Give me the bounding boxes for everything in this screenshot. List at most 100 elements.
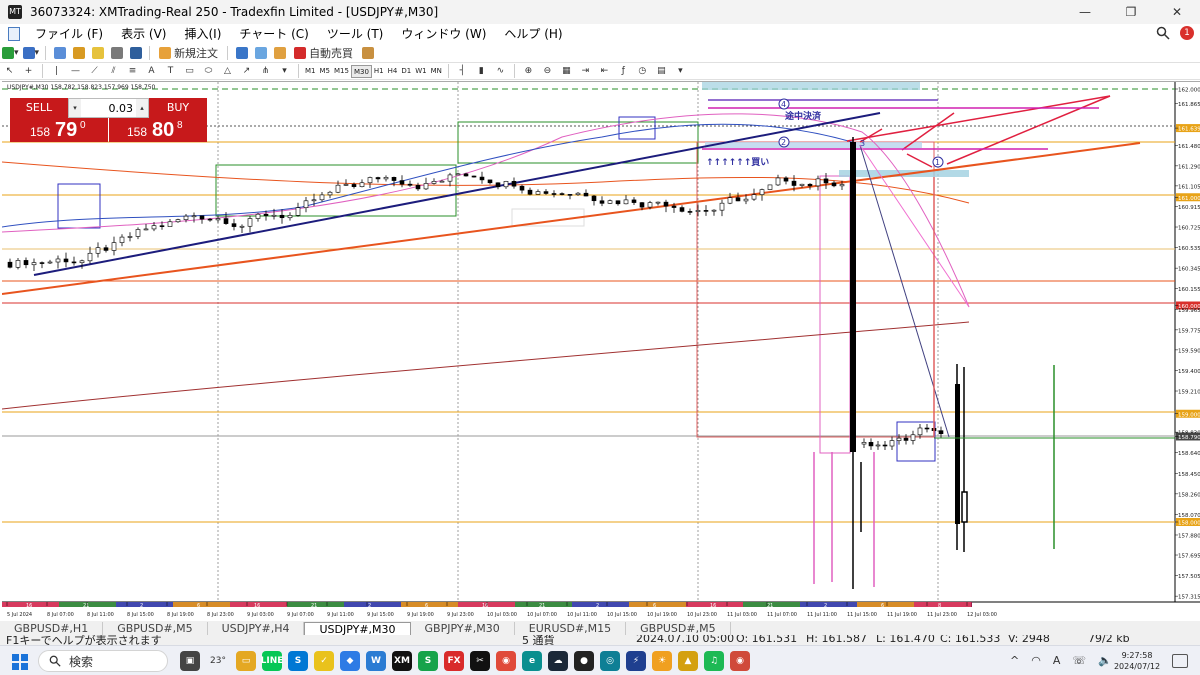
tab-eurusd-m15[interactable]: EURUSD#,M15 <box>515 622 627 635</box>
xm-icon[interactable]: XM <box>392 651 412 671</box>
menu-file[interactable]: ファイル (F) <box>26 24 112 44</box>
lot-increase-button[interactable]: ▴ <box>136 99 148 117</box>
timeframe-m5[interactable]: M5 <box>318 65 333 78</box>
tick-icon[interactable]: ✓ <box>314 651 334 671</box>
search-icon[interactable] <box>1156 26 1170 40</box>
market-watch-button[interactable] <box>52 46 67 61</box>
tab-gbpusd-m5[interactable]: GBPUSD#,M5 <box>103 622 208 635</box>
maximize-button[interactable]: ❐ <box>1108 0 1154 24</box>
autoscroll-icon[interactable]: ⇥ <box>578 64 593 79</box>
line-chart-icon[interactable]: ∿ <box>493 64 508 79</box>
money-icon[interactable]: S <box>418 651 438 671</box>
lot-value[interactable]: 0.03 <box>81 102 136 115</box>
timeframe-m15[interactable]: M15 <box>332 65 351 78</box>
menu-tools[interactable]: ツール (T) <box>318 24 393 44</box>
taskbar-search[interactable]: 検索 <box>38 650 168 672</box>
menu-chart[interactable]: チャート (C) <box>230 24 317 44</box>
new-order-button[interactable]: 新規注文 <box>156 46 221 61</box>
spotify-icon[interactable]: ♫ <box>704 651 724 671</box>
zoom-out-icon[interactable]: ⊖ <box>540 64 555 79</box>
app-blue-icon[interactable]: ◆ <box>340 651 360 671</box>
sun-icon[interactable]: ☀ <box>652 651 672 671</box>
notification-badge[interactable]: 1 <box>1180 26 1194 40</box>
tab-gbpusd-m5-2[interactable]: GBPUSD#,M5 <box>626 622 731 635</box>
tray-overflow-icon[interactable]: ^ <box>1010 654 1019 667</box>
lot-size-field[interactable]: ▾ 0.03 ▴ <box>68 98 149 118</box>
crosshair-tool-icon[interactable]: + <box>21 64 36 79</box>
lot-decrease-button[interactable]: ▾ <box>69 99 81 117</box>
tab-gbpjpy-m30[interactable]: GBPJPY#,M30 <box>411 622 515 635</box>
label-icon[interactable]: T <box>163 64 178 79</box>
indicators-icon[interactable]: ƒ <box>616 64 631 79</box>
close-button[interactable]: ✕ <box>1154 0 1200 24</box>
profiles-button[interactable]: ▾ <box>22 46 39 61</box>
bar-chart-icon[interactable]: ┤ <box>455 64 470 79</box>
timeframe-d1[interactable]: D1 <box>399 65 413 78</box>
tab-gbpusd-h1[interactable]: GBPUSD#,H1 <box>0 622 104 635</box>
menu-insert[interactable]: 挿入(I) <box>175 24 230 44</box>
candlestick-icon[interactable]: ▮ <box>474 64 489 79</box>
fibonacci-icon[interactable]: ≡ <box>125 64 140 79</box>
rectangle-icon[interactable]: ▭ <box>182 64 197 79</box>
buy-button[interactable]: BUY <box>149 98 207 118</box>
word-icon[interactable]: W <box>366 651 386 671</box>
market-button[interactable] <box>272 46 287 61</box>
timeframe-mn[interactable]: MN <box>429 65 444 78</box>
metaeditor-button[interactable] <box>234 46 249 61</box>
app-teal-icon[interactable]: ◎ <box>600 651 620 671</box>
periods-icon[interactable]: ◷ <box>635 64 650 79</box>
triangle-icon[interactable]: △ <box>220 64 235 79</box>
start-button[interactable] <box>12 654 28 670</box>
fx-icon[interactable]: FX <box>444 651 464 671</box>
ime-icon[interactable]: A <box>1053 654 1061 667</box>
obs-icon[interactable]: ● <box>574 651 594 671</box>
arrows-icon[interactable]: ↗ <box>239 64 254 79</box>
task-view-icon[interactable]: ▣ <box>180 651 200 671</box>
notification-center-icon[interactable] <box>1172 654 1188 668</box>
bolt-icon[interactable]: ⚡ <box>626 651 646 671</box>
signals-button[interactable] <box>253 46 268 61</box>
terminal-button[interactable] <box>109 46 124 61</box>
zoom-in-icon[interactable]: ⊕ <box>521 64 536 79</box>
toolbar-options-icon[interactable]: ▾ <box>673 64 688 79</box>
data-window-button[interactable] <box>71 46 86 61</box>
menu-window[interactable]: ウィンドウ (W) <box>392 24 495 44</box>
phone-icon[interactable]: ☏ <box>1072 654 1086 667</box>
trendline-icon[interactable]: ⟋ <box>87 64 102 79</box>
steam-icon[interactable]: ☁ <box>548 651 568 671</box>
skype-icon[interactable]: S <box>288 651 308 671</box>
tab-usdjpy-h4[interactable]: USDJPY#,H4 <box>208 622 305 635</box>
vertical-line-icon[interactable]: | <box>49 64 64 79</box>
edge-icon[interactable]: e <box>522 651 542 671</box>
chrome-icon[interactable]: ◉ <box>496 651 516 671</box>
chrome-profile-icon[interactable]: ◉ <box>730 651 750 671</box>
buy-price[interactable]: 158 80 8 <box>109 118 207 142</box>
chart-shift-icon[interactable]: ⇤ <box>597 64 612 79</box>
weather-widget[interactable]: 23° <box>206 651 230 671</box>
cursor-tool-icon[interactable]: ↖ <box>2 64 17 79</box>
sell-button[interactable]: SELL <box>10 98 68 118</box>
tester-button[interactable] <box>128 46 143 61</box>
taskbar-clock[interactable]: 9:27:58 2024/07/12 <box>1108 650 1166 672</box>
timeframe-m30[interactable]: M30 <box>350 64 372 78</box>
print-button[interactable] <box>360 46 375 61</box>
new-chart-button[interactable]: ▾ <box>2 46 19 61</box>
ellipse-icon[interactable]: ⬭ <box>201 64 216 79</box>
menu-help[interactable]: ヘルプ (H) <box>495 24 571 44</box>
timeframe-m1[interactable]: M1 <box>303 65 318 78</box>
text-icon[interactable]: A <box>144 64 159 79</box>
document-icon[interactable] <box>8 27 20 41</box>
timeframe-h4[interactable]: H4 <box>386 65 400 78</box>
timeframe-w1[interactable]: W1 <box>413 65 428 78</box>
minimize-button[interactable]: — <box>1062 0 1108 24</box>
line-icon[interactable]: LINE <box>261 651 283 671</box>
navigator-button[interactable] <box>90 46 105 61</box>
price-chart[interactable]: 162.000 161.865 161.639 161.480 161.290 161.1… <box>2 82 1200 620</box>
file-explorer-icon[interactable]: ▭ <box>236 651 256 671</box>
autotrading-button[interactable]: 自動売買 <box>291 46 356 61</box>
chart-window[interactable]: USDJPY#,M30 158.782 158.823 157.969 158.… <box>2 81 1200 619</box>
templates-icon[interactable]: ▤ <box>654 64 669 79</box>
wifi-icon[interactable]: ◠ <box>1031 654 1041 667</box>
pitchfork-icon[interactable]: ⋔ <box>258 64 273 79</box>
shapes-dropdown-icon[interactable]: ▾ <box>277 64 292 79</box>
